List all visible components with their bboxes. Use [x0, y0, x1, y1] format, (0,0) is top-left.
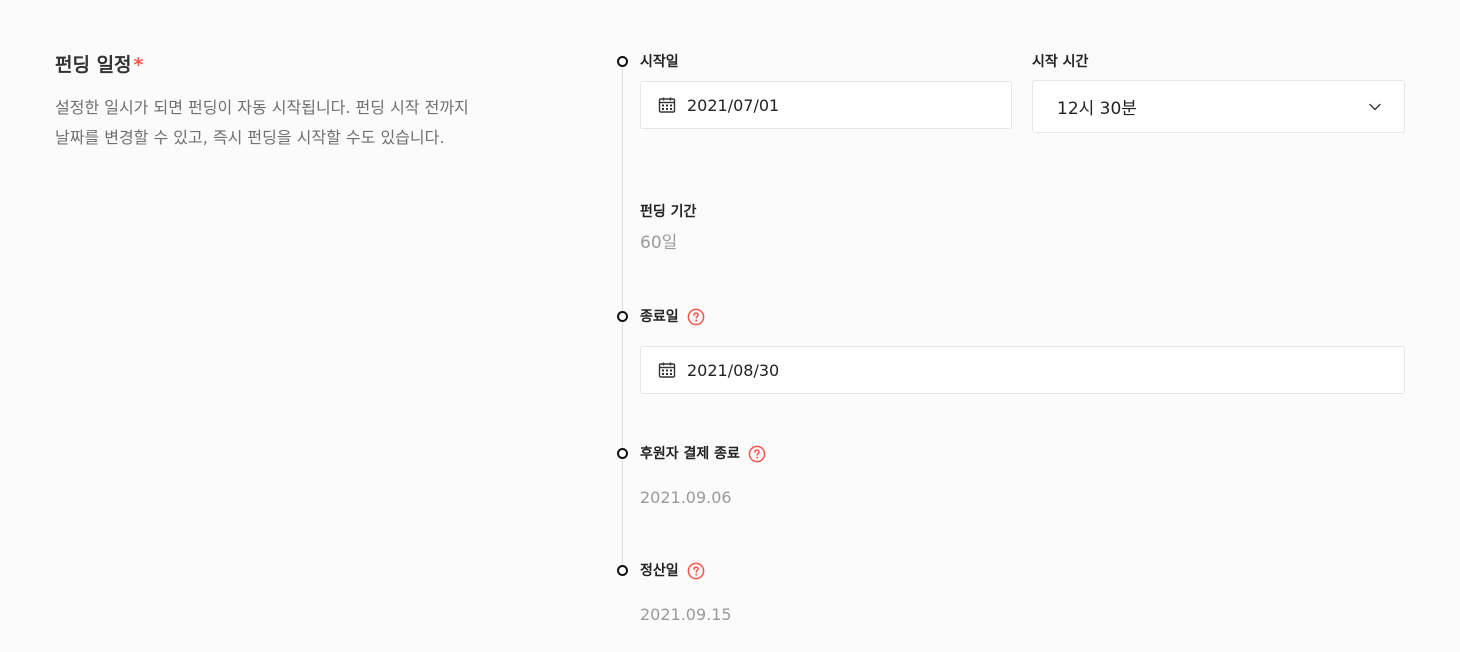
help-circle-icon[interactable] — [687, 308, 705, 326]
end-date-value: 2021/08/30 — [687, 360, 780, 380]
start-date-input[interactable]: 2021/07/01 — [640, 81, 1012, 129]
timeline-dot-settlement — [617, 565, 628, 576]
payment-end-label: 후원자 결제 종료 — [640, 444, 766, 464]
start-time-label: 시작 시간 — [1032, 54, 1089, 70]
help-circle-icon[interactable] — [687, 562, 705, 580]
settlement-label-text: 정산일 — [640, 563, 679, 579]
help-circle-icon[interactable] — [748, 445, 766, 463]
end-date-input[interactable]: 2021/08/30 — [640, 346, 1405, 394]
section-description-line: 날짜를 변경할 수 있고, 즉시 펀딩을 시작할 수도 있습니다. — [55, 128, 445, 147]
required-star: * — [133, 54, 144, 76]
start-time-select[interactable]: 12시 30분 — [1032, 80, 1405, 133]
timeline-dot-start — [617, 56, 628, 67]
duration-value: 60일 — [640, 233, 678, 253]
chevron-down-icon — [1369, 103, 1381, 110]
section-description-line: 설정한 일시가 되면 펀딩이 자동 시작됩니다. 펀딩 시작 전까지 — [55, 98, 469, 117]
start-time-value: 12시 30분 — [1057, 99, 1137, 119]
timeline-dot-payment-end — [617, 448, 628, 459]
payment-end-value: 2021.09.06 — [640, 488, 732, 507]
payment-end-label-text: 후원자 결제 종료 — [640, 446, 740, 462]
section-description: 설정한 일시가 되면 펀딩이 자동 시작됩니다. 펀딩 시작 전까지 날짜를 변… — [55, 93, 525, 153]
end-date-label: 종료일 — [640, 307, 705, 327]
settlement-label: 정산일 — [640, 561, 705, 581]
start-date-label: 시작일 — [640, 54, 679, 70]
duration-label: 펀딩 기간 — [640, 204, 697, 220]
start-date-value: 2021/07/01 — [687, 95, 780, 115]
timeline-dot-end — [617, 311, 628, 322]
section-title-text: 펀딩 일정 — [55, 54, 132, 76]
section-title: 펀딩 일정 * — [55, 52, 143, 78]
end-date-label-text: 종료일 — [640, 309, 679, 325]
calendar-icon — [658, 97, 676, 113]
settlement-value: 2021.09.15 — [640, 605, 732, 624]
calendar-icon — [658, 362, 676, 378]
